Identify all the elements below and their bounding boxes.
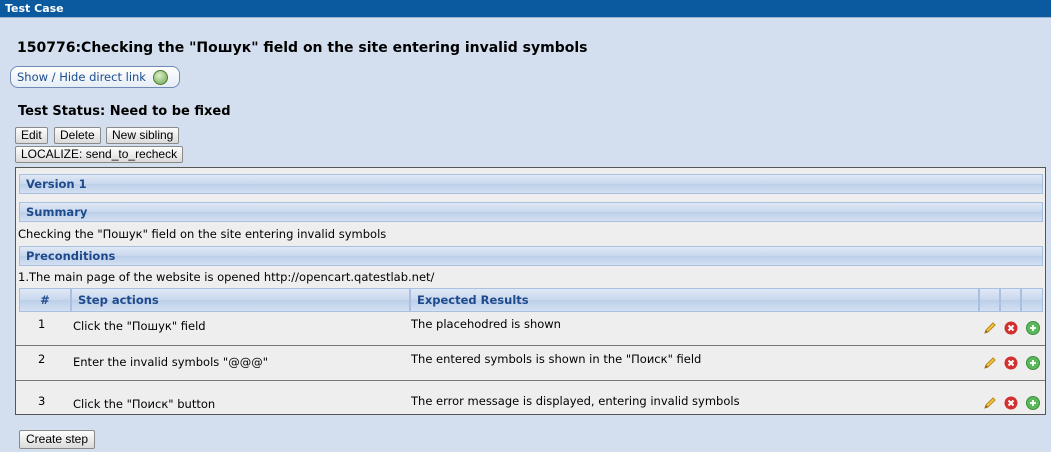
row-divider bbox=[16, 380, 1045, 381]
column-header-expected-results: Expected Results bbox=[410, 288, 979, 312]
delete-x-icon[interactable] bbox=[1004, 396, 1018, 410]
create-step-button[interactable]: Create step bbox=[19, 430, 96, 449]
table-row: 3 Click the "Поиск" button The error mes… bbox=[16, 384, 1045, 417]
link-globe-icon bbox=[152, 69, 168, 85]
summary-text: Checking the "Пошук" field on the site e… bbox=[18, 227, 387, 241]
table-row: 1 Click the "Пошук" field The placehodre… bbox=[16, 313, 1045, 346]
summary-header: Summary bbox=[19, 202, 1043, 222]
add-step-icon[interactable] bbox=[1026, 321, 1040, 335]
add-step-icon[interactable] bbox=[1026, 356, 1040, 370]
window-titlebar: Test Case bbox=[0, 0, 1051, 18]
step-action: Enter the invalid symbols "@@@" bbox=[73, 355, 268, 369]
column-header-step-actions: Step actions bbox=[71, 288, 410, 312]
step-number: 2 bbox=[38, 352, 46, 366]
preconditions-text: 1.The main page of the website is opened… bbox=[18, 270, 435, 284]
step-expected: The entered symbols is shown in the "Пои… bbox=[411, 352, 702, 366]
edit-button[interactable]: Edit bbox=[15, 127, 48, 144]
pencil-icon[interactable] bbox=[983, 356, 997, 370]
add-step-icon[interactable] bbox=[1026, 396, 1040, 410]
step-expected: The placehodred is shown bbox=[411, 317, 561, 331]
show-hide-direct-link-button[interactable]: Show / Hide direct link bbox=[10, 66, 180, 88]
version-header: Version 1 bbox=[19, 174, 1043, 194]
new-sibling-button[interactable]: New sibling bbox=[106, 127, 180, 144]
column-header-add bbox=[1021, 288, 1043, 312]
column-header-delete bbox=[1000, 288, 1021, 312]
localize-send-to-recheck-button[interactable]: LOCALIZE: send_to_recheck bbox=[15, 146, 184, 163]
step-number: 1 bbox=[38, 317, 46, 331]
version-panel: Version 1 Summary Checking the "Пошук" f… bbox=[15, 167, 1046, 415]
pencil-icon[interactable] bbox=[983, 396, 997, 410]
step-expected: The error message is displayed, entering… bbox=[411, 394, 740, 408]
delete-x-icon[interactable] bbox=[1004, 356, 1018, 370]
step-action: Click the "Пошук" field bbox=[73, 319, 206, 333]
delete-x-icon[interactable] bbox=[1004, 321, 1018, 335]
row-divider bbox=[16, 345, 1045, 346]
step-action: Click the "Поиск" button bbox=[73, 397, 216, 411]
pencil-icon[interactable] bbox=[983, 321, 997, 335]
column-header-edit bbox=[979, 288, 1000, 312]
direct-link-label: Show / Hide direct link bbox=[17, 70, 146, 84]
test-status: Test Status: Need to be fixed bbox=[18, 104, 231, 119]
table-row: 2 Enter the invalid symbols "@@@" The en… bbox=[16, 348, 1045, 381]
column-header-number: # bbox=[19, 288, 71, 312]
delete-button[interactable]: Delete bbox=[54, 127, 101, 144]
step-number: 3 bbox=[38, 394, 46, 408]
preconditions-header: Preconditions bbox=[19, 246, 1043, 266]
test-case-title: 150776:Checking the "Пошук" field on the… bbox=[17, 40, 588, 56]
